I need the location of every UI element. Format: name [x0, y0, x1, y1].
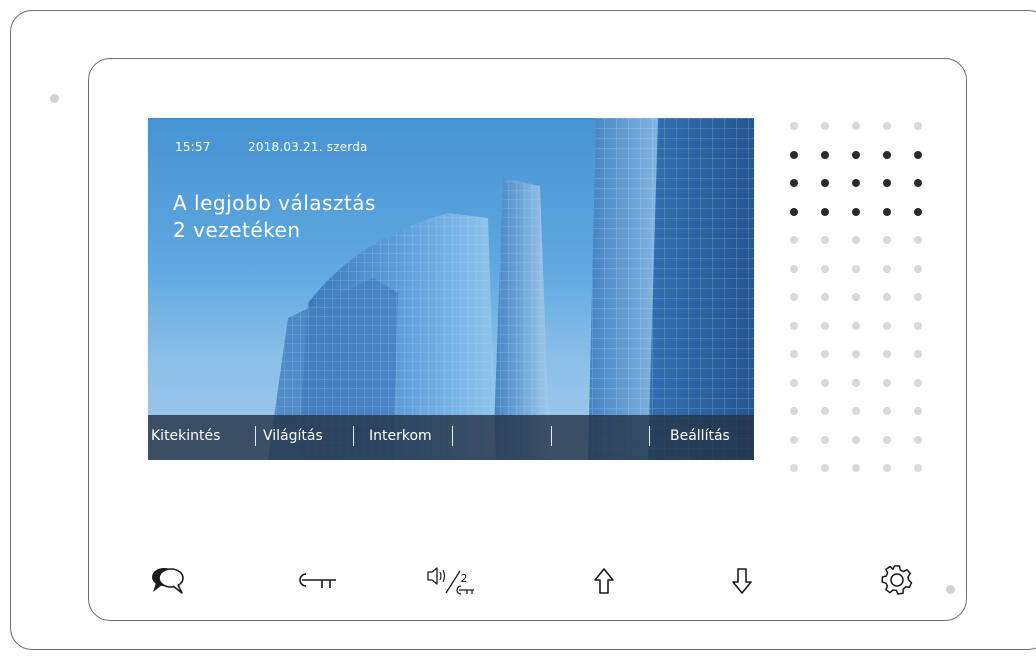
speaker-key-2-button[interactable]: 2	[424, 562, 476, 598]
grille-dot	[883, 350, 891, 358]
headline-line-1: A legjobb választás	[173, 191, 376, 215]
grille-dot	[790, 122, 798, 130]
grille-dot	[852, 350, 860, 358]
grille-dot	[883, 236, 891, 244]
arrow-down-icon	[732, 568, 752, 594]
menu-separator	[255, 426, 256, 446]
menu-separator	[551, 426, 552, 446]
speech-bubble-icon	[152, 568, 184, 594]
right-sensor-dot	[946, 585, 955, 594]
grille-dot	[914, 236, 922, 244]
grille-dot	[914, 150, 922, 159]
menu-separator	[649, 426, 650, 446]
grille-dot	[914, 122, 922, 130]
grille-dot	[852, 407, 860, 415]
arrow-up-icon	[594, 568, 614, 594]
grille-dot	[821, 293, 829, 301]
bottom-menu-bar: Kitekintés Világítás Interkom Beállítás	[148, 415, 754, 460]
arrow-up-button[interactable]	[590, 565, 618, 597]
arrow-down-button[interactable]	[728, 565, 756, 597]
grille-dot	[852, 321, 860, 330]
grille-dot	[883, 207, 891, 216]
grille-dot	[790, 378, 798, 387]
grille-dot	[914, 207, 922, 216]
grille-dot	[821, 236, 829, 244]
grille-dot	[914, 321, 922, 330]
grille-dot	[914, 293, 922, 301]
grille-dot	[790, 350, 798, 358]
grille-dot	[883, 407, 891, 415]
grille-dot	[821, 464, 829, 472]
grille-dot	[821, 264, 829, 273]
grille-dot	[852, 122, 860, 130]
menu-separator	[452, 426, 453, 446]
menu-item-beallitas[interactable]: Beállítás	[670, 428, 730, 444]
grille-dot	[852, 207, 860, 216]
skyscraper-background	[148, 118, 754, 460]
grille-dot	[790, 435, 798, 444]
grille-dot	[852, 293, 860, 301]
grille-dot	[821, 350, 829, 358]
grille-dot	[883, 464, 891, 472]
clock-time: 15:57	[175, 140, 211, 154]
headline-line-2: 2 vezetéken	[173, 218, 301, 242]
grille-dot	[883, 122, 891, 130]
grille-dot	[883, 264, 891, 273]
grille-dot	[852, 179, 860, 187]
grille-dot	[883, 179, 891, 187]
grille-dot	[790, 264, 798, 273]
grille-dot	[914, 464, 922, 472]
gear-icon	[881, 565, 913, 595]
display-screen: 15:57 2018.03.21. szerda A legjobb válas…	[148, 118, 754, 460]
grille-dot	[790, 150, 798, 159]
speech-bubble-button[interactable]	[148, 563, 188, 597]
grille-dot	[852, 150, 860, 159]
grille-dot	[914, 435, 922, 444]
grille-dot	[790, 407, 798, 415]
grille-dot	[821, 179, 829, 187]
grille-dot	[852, 435, 860, 444]
key-icon	[299, 573, 336, 588]
grille-dot	[821, 435, 829, 444]
settings-button[interactable]	[880, 563, 914, 597]
grille-dot	[852, 236, 860, 244]
grille-dot	[790, 293, 798, 301]
grille-dot	[821, 321, 829, 330]
grille-dot	[914, 179, 922, 187]
grille-dot	[821, 378, 829, 387]
grille-dot	[790, 207, 798, 216]
grille-dot	[852, 464, 860, 472]
menu-item-vilagitas[interactable]: Világítás	[263, 428, 323, 444]
grille-dot	[821, 207, 829, 216]
menu-separator	[353, 426, 354, 446]
speaker-key-icon: 2	[427, 567, 474, 595]
grille-dot	[821, 122, 829, 130]
door-open-key-button[interactable]	[292, 566, 338, 594]
grille-dot	[790, 236, 798, 244]
grille-dot	[883, 150, 891, 159]
grille-dot	[914, 264, 922, 273]
left-sensor-dot	[50, 94, 59, 103]
speaker-grille	[790, 122, 930, 472]
grille-dot	[790, 464, 798, 472]
grille-dot	[852, 264, 860, 273]
grille-dot	[914, 350, 922, 358]
grille-dot	[883, 321, 891, 330]
grille-dot	[821, 407, 829, 415]
grille-dot	[914, 407, 922, 415]
menu-item-interkom[interactable]: Interkom	[369, 428, 432, 444]
speaker-key-label: 2	[461, 572, 468, 585]
grille-dot	[790, 179, 798, 187]
grille-dot	[852, 378, 860, 387]
grille-dot	[790, 321, 798, 330]
grille-dot	[914, 378, 922, 387]
grille-dot	[883, 435, 891, 444]
grille-dot	[821, 150, 829, 159]
grille-dot	[883, 293, 891, 301]
clock-date: 2018.03.21. szerda	[248, 140, 368, 154]
grille-dot	[883, 378, 891, 387]
menu-item-kitekintes[interactable]: Kitekintés	[151, 428, 220, 444]
